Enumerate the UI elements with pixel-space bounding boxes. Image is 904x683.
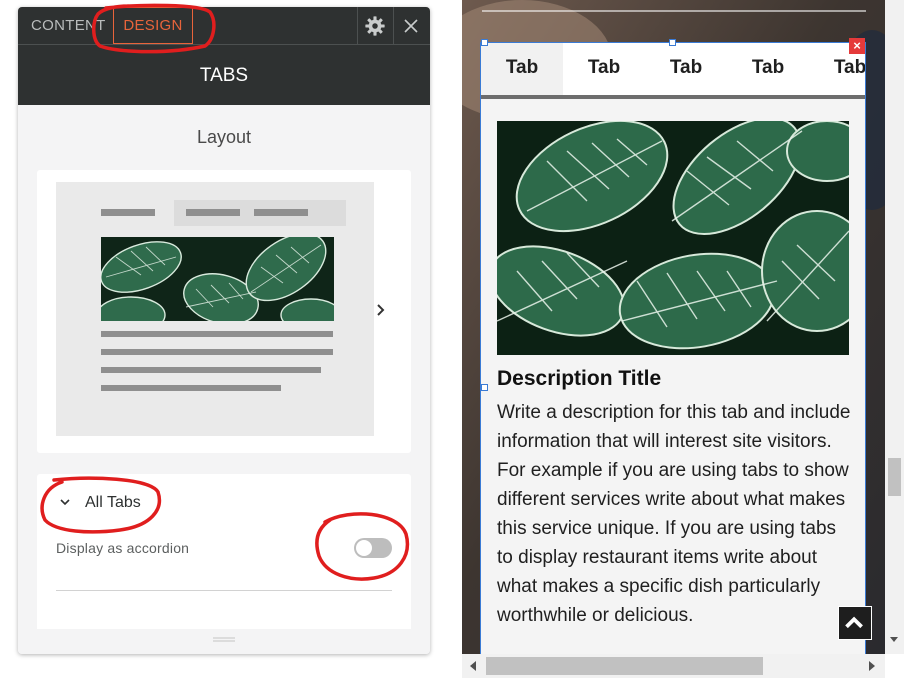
tab-item[interactable]: Tab	[645, 43, 727, 95]
site-canvas: Tab Tab Tab Tab Tab Description Title Wr…	[462, 0, 904, 683]
resize-handle[interactable]	[481, 39, 488, 46]
tab-item[interactable]: Tab	[727, 43, 809, 95]
panel-title: TABS	[199, 65, 249, 86]
tabs-widget[interactable]: Tab Tab Tab Tab Tab Description Title Wr…	[480, 42, 866, 654]
description-title[interactable]: Description Title	[497, 367, 661, 391]
preview-text-line	[101, 385, 281, 391]
panel-footer	[18, 629, 430, 654]
delete-widget-button[interactable]: ×	[849, 38, 865, 54]
tab-panel: Description Title Write a description fo…	[481, 99, 865, 654]
scroll-left-arrow-icon[interactable]	[468, 660, 478, 672]
layout-picker	[37, 170, 411, 453]
scroll-right-arrow-icon[interactable]	[867, 660, 877, 672]
vertical-scrollbar[interactable]	[885, 0, 904, 654]
divider	[393, 7, 394, 44]
scrollbar-thumb[interactable]	[888, 458, 901, 496]
divider	[56, 590, 392, 591]
close-icon[interactable]	[400, 15, 422, 37]
divider	[482, 10, 866, 12]
design-panel: CONTENT DESIGN TABS Layout All Tabs Disp…	[18, 7, 430, 654]
resize-handle[interactable]	[669, 39, 676, 46]
leaf-image[interactable]	[497, 121, 849, 355]
description-text[interactable]: Write a description for this tab and inc…	[497, 398, 853, 630]
divider	[18, 44, 430, 45]
all-tabs-section: All Tabs Display as accordion	[37, 474, 411, 654]
all-tabs-toggle[interactable]: All Tabs	[85, 494, 141, 512]
arrow-up-icon	[845, 616, 863, 629]
scrollbar-thumb[interactable]	[486, 657, 763, 675]
preview-text-line	[101, 349, 333, 355]
preview-leaf-image	[101, 237, 334, 321]
scroll-to-top-button[interactable]	[838, 606, 872, 640]
gear-icon[interactable]	[364, 15, 386, 37]
preview-tab-label	[101, 209, 155, 216]
horizontal-scrollbar[interactable]	[462, 654, 885, 678]
tab-design[interactable]: DESIGN	[113, 7, 193, 44]
tab-item[interactable]: Tab	[481, 43, 563, 95]
preview-tab-label	[186, 209, 240, 216]
preview-text-line	[101, 331, 333, 337]
toggle-knob	[356, 540, 372, 556]
preview-tab-label	[254, 209, 308, 216]
chevron-down-icon[interactable]	[59, 496, 71, 508]
accordion-label: Display as accordion	[56, 540, 190, 556]
preview-text-line	[101, 367, 321, 373]
chevron-right-icon[interactable]	[373, 300, 389, 320]
layout-preview[interactable]	[56, 182, 374, 436]
panel-header: CONTENT DESIGN TABS	[18, 7, 430, 105]
layout-heading: Layout	[196, 127, 252, 147]
tab-item[interactable]: Tab	[563, 43, 645, 95]
divider	[357, 7, 358, 44]
grip-icon[interactable]	[213, 637, 235, 642]
tab-content[interactable]: CONTENT	[31, 17, 106, 34]
resize-handle[interactable]	[481, 384, 488, 391]
scroll-down-arrow-icon[interactable]	[889, 634, 899, 644]
accordion-toggle[interactable]	[354, 538, 392, 558]
tab-bar: Tab Tab Tab Tab Tab	[481, 43, 865, 97]
